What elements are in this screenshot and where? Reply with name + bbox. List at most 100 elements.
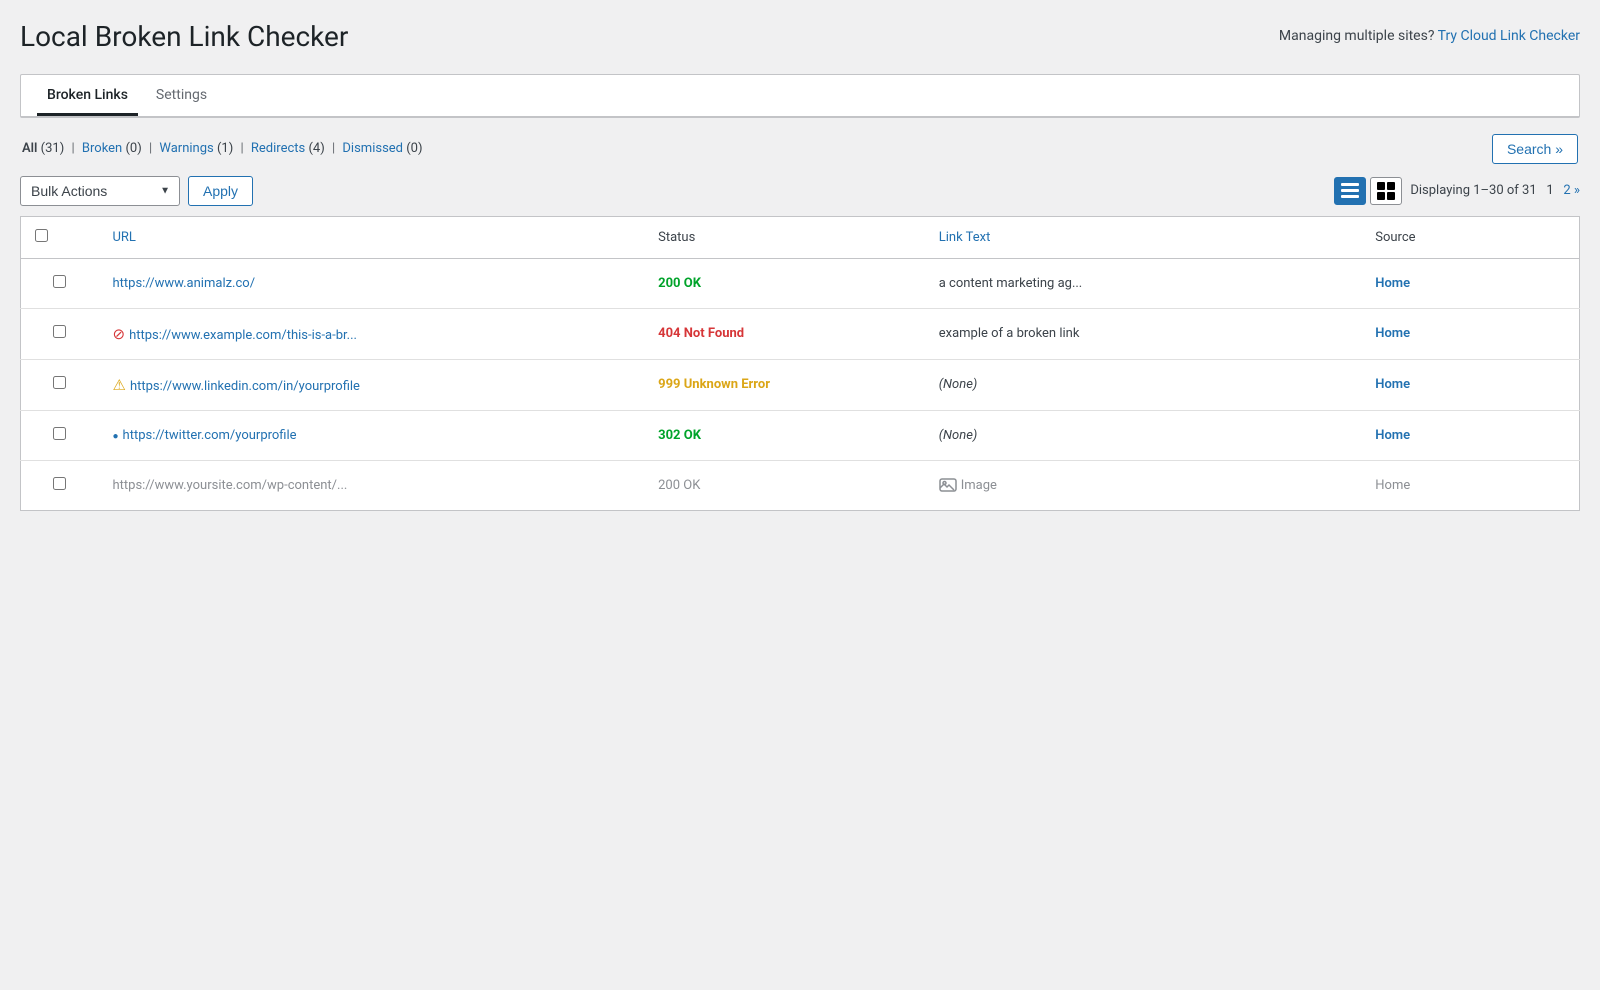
- source-link[interactable]: Home: [1375, 276, 1410, 291]
- url-cell: https://www.yoursite.com/wp-content/...: [98, 460, 644, 510]
- th-source: Source: [1361, 216, 1579, 258]
- bulk-actions-wrapper: Bulk Actions Set as not broken Dismiss: [20, 176, 180, 206]
- source-container: Home: [1361, 258, 1579, 308]
- filter-all-label: All: [22, 141, 37, 156]
- status-cell: 200 OK: [658, 276, 701, 291]
- link-text-cell: Image: [939, 478, 1348, 493]
- cloud-notice: Managing multiple sites? Try Cloud Link …: [1279, 28, 1580, 44]
- select-all-checkbox[interactable]: [35, 229, 48, 242]
- row-checkbox-cell: [21, 258, 99, 308]
- filter-links: All (31) | Broken (0) | Warnings (1) | R…: [22, 141, 423, 156]
- tab-broken-links[interactable]: Broken Links: [37, 75, 138, 116]
- error-icon: ⊘: [112, 325, 125, 343]
- link-text-cell: (None): [939, 428, 978, 443]
- toolbar-right: Displaying 1–30 of 31 1 2 »: [1334, 177, 1580, 205]
- link-text-container: Image: [925, 460, 1362, 510]
- list-view-icon: [1341, 182, 1359, 200]
- link-text-container: a content marketing ag...: [925, 258, 1362, 308]
- filter-broken-count: (0): [125, 141, 145, 156]
- status-cell: 404 Not Found: [658, 326, 744, 341]
- link-text-container: (None): [925, 410, 1362, 460]
- grid-view-button[interactable]: [1370, 177, 1402, 205]
- filter-broken-link[interactable]: Broken: [82, 141, 122, 156]
- filter-redirects-link[interactable]: Redirects: [251, 141, 305, 156]
- tab-settings[interactable]: Settings: [146, 75, 217, 116]
- source-link[interactable]: Home: [1375, 428, 1410, 443]
- table-row: ⊘ https://www.example.com/this-is-a-br...…: [21, 308, 1580, 359]
- url-cell: ⚠ https://www.linkedin.com/in/yourprofile: [98, 359, 644, 410]
- source-cell: Home: [1375, 478, 1410, 493]
- url-link[interactable]: https://www.linkedin.com/in/yourprofile: [130, 379, 360, 394]
- link-text-cell: (None): [939, 377, 978, 392]
- url-cell: ●https://twitter.com/yourprofile: [98, 410, 644, 460]
- row-checkbox[interactable]: [53, 427, 66, 440]
- apply-button[interactable]: Apply: [188, 176, 253, 206]
- pagination-page2-link[interactable]: 2: [1563, 183, 1570, 198]
- source-container: Home: [1361, 359, 1579, 410]
- links-table: URL Status Link Text Source https://www.…: [20, 216, 1580, 511]
- status-cell: 200 OK: [658, 478, 700, 493]
- url-link[interactable]: https://www.yoursite.com/wp-content/...: [112, 478, 347, 493]
- search-button[interactable]: Search »: [1492, 134, 1578, 164]
- row-checkbox-cell: [21, 359, 99, 410]
- status-cell-container: 200 OK: [644, 460, 925, 510]
- list-view-button[interactable]: [1334, 177, 1366, 205]
- table-row: https://www.yoursite.com/wp-content/... …: [21, 460, 1580, 510]
- pagination-page1: 1: [1546, 183, 1553, 198]
- filter-all-count: (31): [41, 141, 65, 156]
- source-link[interactable]: Home: [1375, 377, 1410, 392]
- grid-view-icon: [1377, 182, 1395, 200]
- status-cell-container: 302 OK: [644, 410, 925, 460]
- cloud-notice-text: Managing multiple sites?: [1279, 28, 1435, 44]
- filter-warnings-link[interactable]: Warnings: [159, 141, 213, 156]
- page-header: Local Broken Link Checker Managing multi…: [20, 20, 1580, 54]
- toolbar-left: Bulk Actions Set as not broken Dismiss A…: [20, 176, 253, 206]
- url-cell: https://www.animalz.co/: [98, 258, 644, 308]
- source-container: Home: [1361, 308, 1579, 359]
- th-url[interactable]: URL: [98, 216, 644, 258]
- row-checkbox[interactable]: [53, 325, 66, 338]
- url-cell: ⊘ https://www.example.com/this-is-a-br...: [98, 308, 644, 359]
- pagination-next-link[interactable]: »: [1574, 183, 1580, 198]
- tab-container: Broken Links Settings: [20, 74, 1580, 118]
- pagination-displaying: Displaying 1–30 of 31: [1410, 183, 1536, 198]
- row-checkbox-cell: [21, 410, 99, 460]
- url-link[interactable]: https://www.animalz.co/: [112, 276, 255, 291]
- filter-redirects-count: (4): [308, 141, 328, 156]
- th-status: Status: [644, 216, 925, 258]
- row-checkbox[interactable]: [53, 275, 66, 288]
- table-header-row: URL Status Link Text Source: [21, 216, 1580, 258]
- table-row: ⚠ https://www.linkedin.com/in/yourprofile…: [21, 359, 1580, 410]
- th-link-text[interactable]: Link Text: [925, 216, 1362, 258]
- warning-icon: ⚠: [112, 376, 125, 394]
- url-link[interactable]: https://twitter.com/yourprofile: [123, 428, 297, 443]
- row-checkbox[interactable]: [53, 376, 66, 389]
- filter-dismissed-link[interactable]: Dismissed: [342, 141, 403, 156]
- table-row: ●https://twitter.com/yourprofile 302 OK …: [21, 410, 1580, 460]
- source-link[interactable]: Home: [1375, 326, 1410, 341]
- source-container: Home: [1361, 460, 1579, 510]
- status-cell-container: 404 Not Found: [644, 308, 925, 359]
- table-row: https://www.animalz.co/ 200 OK a content…: [21, 258, 1580, 308]
- table-header: URL Status Link Text Source: [21, 216, 1580, 258]
- url-link[interactable]: https://www.example.com/this-is-a-br...: [129, 328, 357, 343]
- link-text-cell: a content marketing ag...: [939, 276, 1083, 291]
- link-text-container: (None): [925, 359, 1362, 410]
- bulk-actions-select[interactable]: Bulk Actions Set as not broken Dismiss: [20, 176, 180, 206]
- row-checkbox[interactable]: [53, 477, 66, 490]
- toolbar-row: Bulk Actions Set as not broken Dismiss A…: [20, 176, 1580, 206]
- table-body: https://www.animalz.co/ 200 OK a content…: [21, 258, 1580, 510]
- status-cell: 999 Unknown Error: [658, 377, 770, 392]
- cloud-link[interactable]: Try Cloud Link Checker: [1438, 28, 1580, 44]
- row-checkbox-cell: [21, 308, 99, 359]
- th-checkbox: [21, 216, 99, 258]
- link-text-container: example of a broken link: [925, 308, 1362, 359]
- pagination-info: Displaying 1–30 of 31 1 2 »: [1410, 183, 1580, 198]
- page-title: Local Broken Link Checker: [20, 20, 348, 54]
- image-icon: [939, 478, 957, 492]
- filter-warnings-count: (1): [217, 141, 237, 156]
- source-container: Home: [1361, 410, 1579, 460]
- row-checkbox-cell: [21, 460, 99, 510]
- link-text-cell: example of a broken link: [939, 326, 1080, 341]
- view-icons: [1334, 177, 1402, 205]
